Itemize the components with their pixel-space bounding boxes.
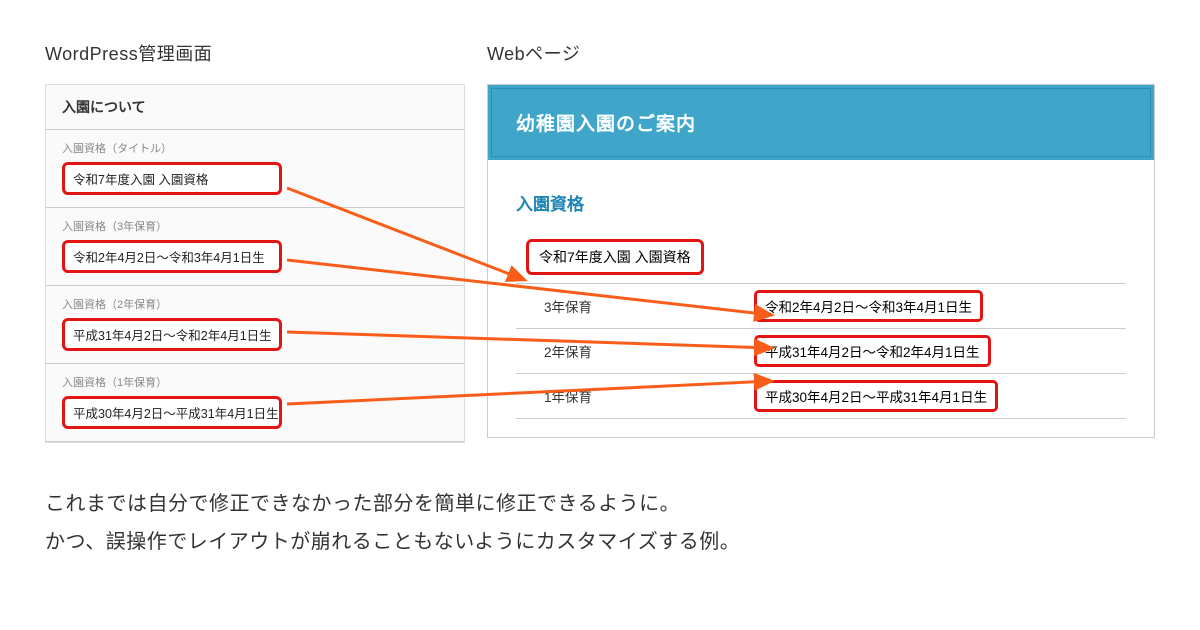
table-row: 2年保育 平成31年4月2日〜令和2年4月1日生 xyxy=(516,329,1126,374)
admin-input-3yr[interactable]: 令和2年4月2日〜令和3年4月1日生 xyxy=(62,240,282,273)
web-title-highlight: 令和7年度入園 入園資格 xyxy=(526,239,704,275)
admin-field-1yr: 入園資格（1年保育） 平成30年4月2日〜平成31年4月1日生 xyxy=(46,364,464,442)
row-value-highlight: 平成31年4月2日〜令和2年4月1日生 xyxy=(754,335,991,367)
web-panel-label: Webページ xyxy=(487,40,1155,66)
row-label: 2年保育 xyxy=(516,329,746,374)
caption-line: かつ、誤操作でレイアウトが崩れることもないようにカスタマイズする例。 xyxy=(45,523,1155,561)
web-header: 幼稚園入園のご案内 xyxy=(488,85,1154,160)
web-header-title: 幼稚園入園のご案内 xyxy=(516,109,1126,136)
web-section-heading: 入園資格 xyxy=(516,190,1126,215)
web-panel: 幼稚園入園のご案内 入園資格 令和7年度入園 入園資格 3年保育 令和2年4月2… xyxy=(487,84,1155,438)
web-eligibility-table: 3年保育 令和2年4月2日〜令和3年4月1日生 2年保育 平成31年4月2日〜令… xyxy=(516,283,1126,419)
admin-field-3yr: 入園資格（3年保育） 令和2年4月2日〜令和3年4月1日生 xyxy=(46,208,464,286)
admin-input-2yr[interactable]: 平成31年4月2日〜令和2年4月1日生 xyxy=(62,318,282,351)
row-label: 1年保育 xyxy=(516,374,746,419)
admin-field-label: 入園資格（3年保育） xyxy=(46,218,464,240)
caption: これまでは自分で修正できなかった部分を簡単に修正できるように。 かつ、誤操作でレ… xyxy=(45,485,1155,561)
admin-field-2yr: 入園資格（2年保育） 平成31年4月2日〜令和2年4月1日生 xyxy=(46,286,464,364)
admin-field-label: 入園資格（1年保育） xyxy=(46,374,464,396)
row-label: 3年保育 xyxy=(516,284,746,329)
admin-column: WordPress管理画面 入園について 入園資格（タイトル） 令和7年度入園 … xyxy=(45,40,465,443)
row-value-highlight: 平成30年4月2日〜平成31年4月1日生 xyxy=(754,380,998,412)
table-row: 3年保育 令和2年4月2日〜令和3年4月1日生 xyxy=(516,284,1126,329)
admin-panel: 入園について 入園資格（タイトル） 令和7年度入園 入園資格 入園資格（3年保育… xyxy=(45,84,465,443)
admin-section-title: 入園について xyxy=(46,85,464,130)
admin-input-title[interactable]: 令和7年度入園 入園資格 xyxy=(62,162,282,195)
caption-line: これまでは自分で修正できなかった部分を簡単に修正できるように。 xyxy=(45,485,1155,523)
admin-panel-label: WordPress管理画面 xyxy=(45,40,465,66)
web-column: Webページ 幼稚園入園のご案内 入園資格 令和7年度入園 入園資格 3年保育 … xyxy=(487,40,1155,443)
admin-field-label: 入園資格（2年保育） xyxy=(46,296,464,318)
admin-field-title: 入園資格（タイトル） 令和7年度入園 入園資格 xyxy=(46,130,464,208)
table-row: 1年保育 平成30年4月2日〜平成31年4月1日生 xyxy=(516,374,1126,419)
row-value-highlight: 令和2年4月2日〜令和3年4月1日生 xyxy=(754,290,983,322)
admin-input-1yr[interactable]: 平成30年4月2日〜平成31年4月1日生 xyxy=(62,396,282,429)
admin-field-label: 入園資格（タイトル） xyxy=(46,140,464,162)
